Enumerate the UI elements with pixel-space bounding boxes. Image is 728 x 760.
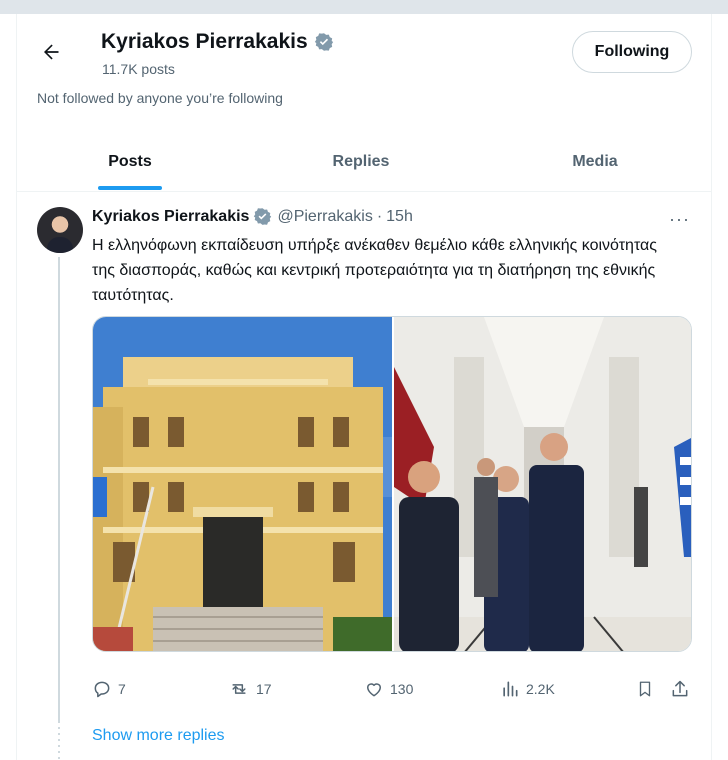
separator-dot: ·: [376, 208, 383, 225]
repost-icon: [232, 684, 246, 694]
bookmark-button[interactable]: [636, 679, 654, 699]
tab-media[interactable]: Media: [479, 132, 711, 192]
tab-replies[interactable]: Replies: [243, 132, 479, 192]
more-icon[interactable]: ···: [669, 209, 690, 230]
tweet-header: Kyriakos Pierrakakis @Pierrakakis · 15h: [92, 207, 413, 227]
share-icon: [672, 680, 688, 697]
active-tab-indicator: [98, 186, 162, 190]
views-button[interactable]: 2.2K: [500, 679, 555, 699]
tweet-author-handle[interactable]: @Pierrakakis: [277, 208, 372, 226]
tab-posts[interactable]: Posts: [17, 132, 243, 192]
photo-building[interactable]: [93, 317, 392, 651]
tweet-author-name[interactable]: Kyriakos Pierrakakis: [92, 208, 249, 226]
repost-button[interactable]: 17: [228, 679, 272, 699]
show-more-replies-link[interactable]: Show more replies: [92, 727, 225, 745]
profile-name: Kyriakos Pierrakakis: [101, 30, 308, 53]
like-count: 130: [390, 681, 414, 697]
tweet-text: Η ελληνόφωνη εκπαίδευση υπήρξε ανέκαθεν …: [92, 237, 657, 304]
tweet-timestamp[interactable]: 15h: [386, 208, 413, 226]
verified-badge-icon: [253, 207, 273, 227]
share-button[interactable]: [670, 679, 690, 699]
browser-top-strip: [0, 0, 728, 14]
profile-tabs: Posts Replies Media: [17, 132, 711, 192]
back-button[interactable]: [35, 36, 67, 68]
like-icon: [367, 683, 381, 697]
profile-column: Kyriakos Pierrakakis 11.7K posts Followi…: [16, 14, 712, 760]
reply-button[interactable]: 7: [92, 679, 126, 699]
reply-icon: [94, 681, 110, 698]
tweet-media[interactable]: [92, 316, 692, 652]
photo-group[interactable]: [394, 317, 691, 651]
like-button[interactable]: 130: [364, 679, 413, 699]
views-count: 2.2K: [526, 681, 555, 697]
thread-line: [58, 257, 60, 723]
back-arrow-icon: [44, 44, 59, 60]
tweet-actions: 7 17 130 2.2K: [92, 679, 692, 703]
followers-you-know-text: Not followed by anyone you’re following: [37, 90, 283, 106]
verified-badge-icon: [314, 32, 334, 52]
profile-name-row: Kyriakos Pierrakakis: [101, 30, 334, 54]
repost-count: 17: [256, 681, 272, 697]
reply-count: 7: [118, 681, 126, 697]
following-button[interactable]: Following: [572, 31, 692, 73]
views-icon: [503, 681, 518, 697]
thread-dots: [58, 727, 60, 759]
posts-count: 11.7K posts: [102, 61, 175, 77]
avatar[interactable]: [37, 207, 83, 253]
bookmark-icon: [639, 681, 651, 697]
